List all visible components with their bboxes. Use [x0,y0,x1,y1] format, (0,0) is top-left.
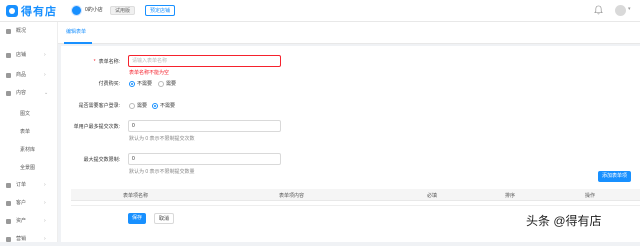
shop-name[interactable]: 0的小店 [85,6,103,13]
required-mark: * [93,59,96,65]
user-avatar[interactable] [615,5,626,16]
radio-icon [129,102,135,109]
form-items-table-body [71,201,640,206]
content-icon [6,91,11,96]
customers-icon [6,201,11,206]
sidebar-item-orders[interactable]: 订单 › [0,178,58,192]
login-required-label: 是否需要客户登录: [78,103,120,109]
column-header: 表单项名称 [123,193,149,199]
column-header: 必填 [427,193,438,199]
column-header: 排序 [505,193,516,199]
paid-no-radio[interactable]: 不需要 [129,80,152,87]
radio-icon [129,80,135,87]
logo-icon [6,5,18,17]
bell-icon[interactable] [594,5,603,15]
chevron-right-icon: › [44,236,46,242]
assets-icon [6,219,11,224]
paid-yes-radio[interactable]: 需要 [158,80,176,87]
max-submissions-label: 最大提交数限制: [83,157,120,163]
trial-badge: 试用版 [110,6,136,15]
logo-text: 得有店 [21,6,57,18]
chevron-right-icon: › [44,182,46,188]
form-items-table-header: 表单项名称 表单项内容 必填 排序 操作 [71,189,640,201]
sidebar-item-shop[interactable]: 店铺 › [0,48,58,62]
per-user-limit-help: 默认为 0 表示不限制提交次数 [129,136,195,142]
form-name-error: 表单名称不能为空 [129,70,170,76]
shop-icon [6,53,11,58]
form-name-input[interactable]: 请输入表单名称 [128,55,281,67]
radio-icon [158,80,164,87]
chevron-right-icon: › [44,72,46,78]
login-no-radio[interactable]: 不需要 [152,102,175,109]
orders-icon [6,183,11,188]
save-button[interactable]: 保存 [128,213,147,224]
watermark: 头条 @得有店 [526,214,602,228]
column-header: 表单项内容 [279,193,305,199]
chevron-down-icon: ⌄ [44,90,49,96]
sidebar-item-assets[interactable]: 资产 › [0,214,58,228]
form-name-label: * 表单名称: [93,59,120,65]
active-tab-indicator [64,42,92,44]
tab-bar: 编辑表单 [58,22,640,44]
overview-icon [6,29,11,34]
goods-icon [6,73,11,78]
chevron-right-icon: › [44,52,46,58]
tab-edit-form[interactable]: 编辑表单 [66,28,86,35]
sidebar-subitem-panorama[interactable]: 全景图 [20,164,35,171]
app-logo[interactable]: 得有店 [6,4,57,18]
sidebar: 概况 店铺 › 商品 › 内容 ⌄ 图文 表单 素材库 全景图 订单 › 客户 … [0,22,58,242]
marketing-icon [6,237,11,242]
sidebar-item-customers[interactable]: 客户 › [0,196,58,210]
sidebar-item-goods[interactable]: 商品 › [0,68,58,82]
max-submissions-help: 默认为 0 表示不限制提交数量 [129,169,195,175]
max-submissions-input[interactable]: 0 [128,153,281,165]
radio-icon [152,102,158,109]
sidebar-subitem-form[interactable]: 表单 [20,128,30,135]
cancel-button[interactable]: 取消 [154,213,175,224]
shop-avatar[interactable] [71,5,82,16]
reserve-shop-button[interactable]: 预定店铺 [145,5,176,16]
chevron-right-icon: › [44,200,46,206]
add-form-item-button[interactable]: 添加表单项 [598,171,632,182]
login-yes-radio[interactable]: 需要 [129,102,147,109]
sidebar-item-overview[interactable]: 概况 [0,24,58,38]
sidebar-item-content[interactable]: 内容 ⌄ [0,86,58,100]
sidebar-item-marketing[interactable]: 营销 › [0,232,58,246]
top-bar: 得有店 0的小店 试用版 预定店铺 ▾ [0,0,640,22]
per-user-limit-label: 单用户最多提交次数: [73,124,120,130]
per-user-limit-input[interactable]: 0 [128,120,281,132]
chevron-right-icon: › [44,218,46,224]
chevron-down-icon[interactable]: ▾ [628,6,631,12]
sidebar-subitem-media[interactable]: 素材库 [20,146,35,153]
column-header: 操作 [585,193,596,199]
paid-label: 付费购买: [98,81,120,87]
sidebar-subitem-article[interactable]: 图文 [20,110,30,117]
